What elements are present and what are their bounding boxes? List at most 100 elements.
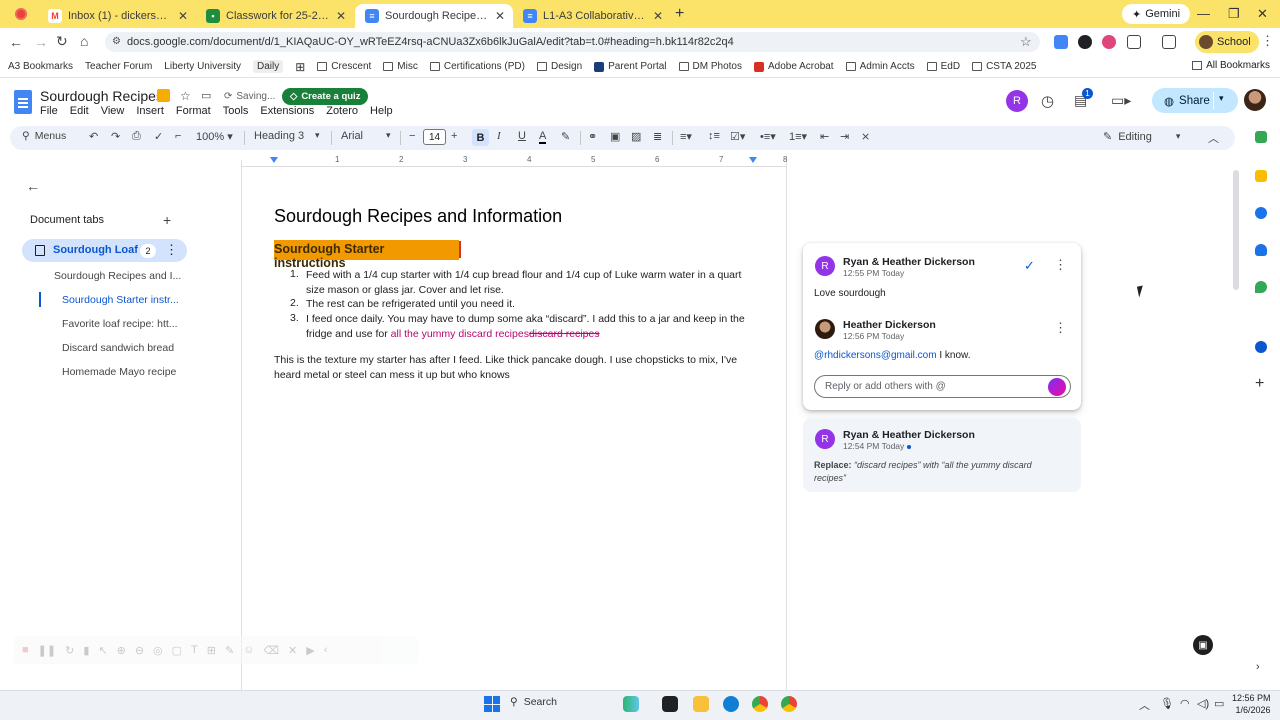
back-arrow-icon[interactable]: ← (26, 178, 40, 194)
pause-icon[interactable]: ❚❚ (38, 644, 56, 657)
increase-size-icon[interactable]: + (451, 130, 457, 142)
clear-format-icon[interactable]: ≣ (653, 130, 662, 143)
profile-button[interactable]: School (1195, 31, 1259, 53)
editing-mode-select[interactable]: ✎ Editing ▾ (1103, 130, 1180, 144)
suggested-insertion[interactable]: all the yummy discard recipes (391, 328, 529, 340)
list-item-text[interactable]: fridge and use for all the yummy discard… (306, 327, 600, 342)
new-tab-icon[interactable]: + (675, 5, 684, 23)
microphone-icon[interactable]: 🎙 (1160, 697, 1174, 710)
edge-icon[interactable] (723, 696, 739, 712)
address-bar[interactable]: docs.google.com/document/d/1_KIAQaUC-OY_… (105, 32, 1040, 52)
ai-assist-icon[interactable] (1048, 378, 1066, 396)
reply-input[interactable]: Reply or add others with @ (814, 375, 1071, 398)
mention-link[interactable]: @rhdickersons@gmail.com (814, 350, 937, 361)
hide-panel-icon[interactable]: › (1256, 661, 1260, 673)
paragraph-text[interactable]: This is the texture my starter has after… (274, 353, 737, 368)
zoom-out-icon[interactable]: ⊖ (135, 644, 144, 657)
zoom-select[interactable]: 100% ▾ (196, 130, 233, 143)
decrease-indent-icon[interactable]: ⇤ (820, 130, 829, 143)
text-icon[interactable]: T (191, 644, 198, 656)
extension-icon[interactable] (1054, 35, 1068, 49)
bookmark-item[interactable]: Teacher Forum (85, 61, 152, 72)
minimize-icon[interactable]: — (1197, 6, 1210, 21)
underline-icon[interactable]: U (518, 130, 526, 142)
bold-icon[interactable]: B (472, 129, 489, 146)
document-title-heading[interactable]: Sourdough Recipes and Information (274, 206, 562, 227)
bookmark-item[interactable]: Daily (252, 60, 284, 73)
puzzle-extensions-icon[interactable] (1127, 35, 1141, 49)
outline-item[interactable]: Sourdough Starter instr... (62, 294, 179, 306)
screen-recorder-icon[interactable]: ▣ (1193, 635, 1213, 655)
collaborator-avatar[interactable]: R (1006, 90, 1028, 112)
addon-icon[interactable] (1255, 341, 1267, 353)
task-view-icon[interactable] (662, 696, 678, 712)
list-item-text[interactable]: The rest can be refrigerated until you n… (306, 297, 515, 312)
file-explorer-icon[interactable] (693, 696, 709, 712)
menu-view[interactable]: View (101, 105, 125, 117)
version-history-icon[interactable]: ◷ (1041, 92, 1054, 110)
menu-edit[interactable]: Edit (70, 105, 89, 117)
outline-item[interactable]: Favorite loaf recipe: htt... (62, 318, 178, 330)
print-icon[interactable]: ⎙ (132, 130, 141, 143)
browser-tab-collab-doc[interactable]: ≡ L1-A3 Collaborative Doc - Google ✕ (513, 4, 671, 28)
chevron-down-icon[interactable]: ▾ (315, 130, 320, 141)
site-info-icon[interactable]: ⚙ (112, 36, 121, 47)
extension-icon[interactable] (1102, 35, 1116, 49)
selected-heading[interactable]: Sourdough Starter instructions (274, 240, 459, 270)
bookmark-folder[interactable]: Certifications (PD) (429, 61, 525, 72)
gemini-button[interactable]: ✦ Gemini (1122, 4, 1191, 24)
numbered-list-icon[interactable]: 1≡▾ (789, 130, 807, 143)
bookmark-folder[interactable]: Admin Accts (845, 61, 915, 72)
extension-icon[interactable] (1078, 35, 1092, 49)
all-bookmarks[interactable]: All Bookmarks (1192, 60, 1270, 71)
menu-extensions[interactable]: Extensions (260, 105, 314, 117)
zotero-icon[interactable] (157, 89, 170, 102)
bookmark-item[interactable]: Parent Portal (594, 61, 667, 72)
bookmark-item[interactable]: Liberty University (164, 61, 241, 72)
align-icon[interactable]: ≡▾ (680, 130, 692, 143)
volume-icon[interactable]: ◁) (1197, 697, 1209, 710)
bookmark-star-icon[interactable]: ☆ (1020, 34, 1032, 50)
more-options-icon[interactable]: ⋮ (1054, 257, 1067, 273)
back-icon[interactable]: ← (9, 34, 23, 50)
text-color-icon[interactable]: A (539, 130, 547, 144)
bookmark-folder[interactable]: Design (537, 61, 582, 72)
menu-zotero[interactable]: Zotero (326, 105, 358, 117)
chrome-menu-icon[interactable]: ⋮ (1261, 33, 1274, 49)
keep-icon[interactable] (1255, 170, 1267, 182)
more-options-icon[interactable]: ⋮ (1054, 320, 1067, 336)
highlight-icon[interactable]: ✎ (561, 130, 570, 143)
undo-icon[interactable]: ↶ (89, 130, 98, 143)
add-comment-icon[interactable]: ▣ (610, 130, 620, 143)
collapse-menus-icon[interactable]: ︿ (1208, 130, 1219, 146)
decrease-size-icon[interactable]: − (409, 130, 415, 142)
move-folder-icon[interactable]: ▭ (201, 89, 211, 102)
list-item-text[interactable]: Feed with a 1/4 cup starter with 1/4 cup… (306, 268, 741, 283)
doc-tab-sourdough-loaf[interactable]: Sourdough Loaf 2 ⋮ (22, 239, 187, 262)
delete-icon[interactable]: ▮ (83, 644, 89, 657)
browser-tab-gmail[interactable]: M Inbox (1) - dickersonh@acsd1.org ✕ (38, 4, 196, 28)
restart-icon[interactable]: ↻ (65, 644, 74, 657)
more-options-icon[interactable]: ⋮ (165, 242, 178, 258)
tasks-icon[interactable] (1255, 207, 1267, 219)
add-tab-icon[interactable]: + (163, 212, 171, 228)
outline-item[interactable]: Homemade Mayo recipe (62, 366, 176, 378)
wifi-icon[interactable]: ◠ (1180, 697, 1190, 710)
close-tab-icon[interactable]: ✕ (653, 9, 663, 23)
increase-indent-icon[interactable]: ⇥ (840, 130, 849, 143)
ruler[interactable] (242, 155, 786, 167)
redo-icon[interactable]: ↷ (111, 130, 120, 143)
apps-grid-icon[interactable]: ⊞ (295, 60, 305, 74)
share-button[interactable]: ◍ Share ▾ (1152, 88, 1238, 113)
reload-icon[interactable]: ↻ (56, 33, 68, 50)
chrome-profile-taskbar-icon[interactable] (781, 696, 797, 712)
list-item-text[interactable]: I feed once daily. You may have to dump … (306, 312, 745, 327)
close-tab-icon[interactable]: ✕ (178, 9, 188, 23)
crop-icon[interactable]: ▢ (172, 644, 182, 657)
contacts-icon[interactable] (1255, 244, 1267, 256)
bulleted-list-icon[interactable]: •≡▾ (760, 130, 776, 143)
bookmark-item[interactable]: Adobe Acrobat (753, 61, 834, 72)
menu-format[interactable]: Format (176, 105, 211, 117)
left-indent-marker[interactable] (270, 157, 278, 163)
chrome-taskbar-icon[interactable] (752, 696, 768, 712)
